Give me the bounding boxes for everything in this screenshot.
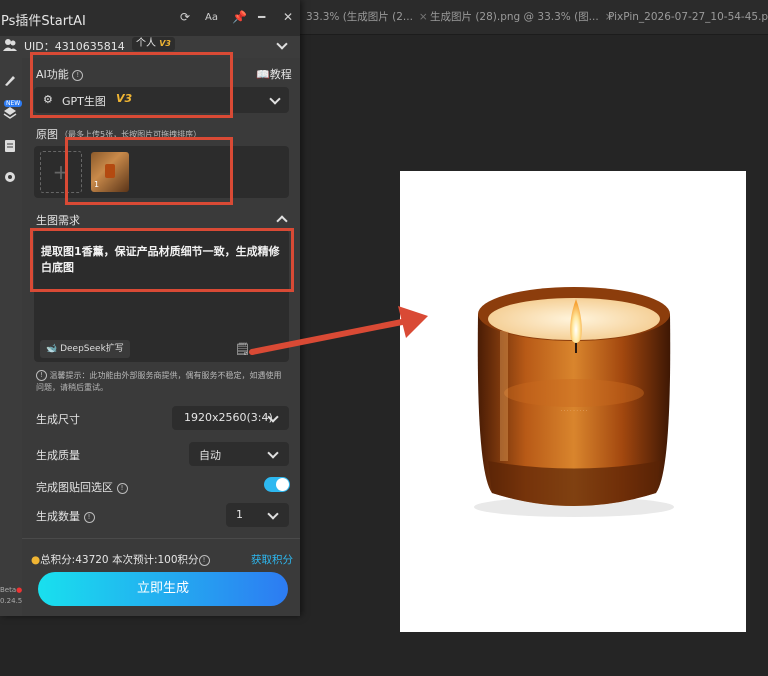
info-icon[interactable]: ! [198, 554, 210, 566]
size-label: 生成尺寸 [36, 413, 80, 426]
coin-icon: ● [31, 554, 41, 566]
annotation-arrow-icon [249, 306, 428, 355]
chevron-down-icon [267, 447, 279, 459]
panel-titlebar: Ps插件StartAI ⟳ Aa 📌 ━ ✕ [0, 0, 300, 36]
size-value: 1920x2560(3:4) [184, 411, 273, 424]
svg-text:· · · · · · · · ·: · · · · · · · · · [560, 408, 587, 414]
candle-product-image: · · · · · · · · · [474, 287, 674, 517]
chevron-down-icon [267, 508, 279, 520]
size-select[interactable]: 1920x2560(3:4) [172, 406, 289, 430]
tutorial-link[interactable]: 📖教程 [256, 66, 292, 82]
annotation-box-model [30, 52, 233, 118]
brush-icon[interactable] [3, 73, 17, 87]
doc-tab-2[interactable]: 生成图片 (28).png @ 33.3% (图... × [430, 0, 614, 34]
divider [22, 538, 300, 539]
quality-label: 生成质量 [36, 449, 80, 462]
notes-icon[interactable] [3, 139, 17, 153]
prompt-section-label: 生图需求 [36, 214, 80, 227]
quality-value: 自动 [199, 449, 221, 462]
estimate-points: 本次预计:100积分 [111, 554, 199, 566]
doc-tab-label: 生成图片 (28).png @ 33.3% (图... [430, 11, 599, 23]
doc-tab-label: 33.3% (生成图片 (2... [306, 11, 413, 23]
info-icon[interactable]: ! [83, 511, 95, 523]
count-label: 生成数量 ! [36, 508, 95, 524]
account-badge: 个人 V3 [132, 37, 175, 51]
document-tab-bar: 33.3% (生成图片 (2... × 生成图片 (28).png @ 33.3%… [300, 0, 768, 35]
refresh-icon[interactable]: ⟳ [180, 10, 190, 24]
doc-tab-label: PixPin_2026-07-27_10-54-45.png [608, 11, 768, 23]
deepseek-text: DeepSeek扩写 [60, 344, 124, 354]
document-canvas[interactable]: · · · · · · · · · [400, 171, 746, 632]
account-expand-icon[interactable] [276, 38, 288, 50]
account-version: V3 [159, 39, 171, 48]
beta-text: Beta [0, 586, 17, 594]
users-icon[interactable] [3, 38, 17, 52]
version-label: 0.24.5 [0, 597, 23, 605]
notice-text: 温馨提示：此功能由外部服务商提供，偶有服务不稳定，如遇使用问题，请稍后重试。 [36, 371, 282, 392]
paste-back-label: 完成图贴回选区 ! [36, 479, 128, 495]
count-text: 生成数量 [36, 510, 80, 523]
tutorial-text: 教程 [269, 68, 292, 81]
doc-tab-3[interactable]: PixPin_2026-07-27_10-54-45.png× [608, 0, 768, 34]
layers-icon[interactable] [3, 106, 17, 120]
notice: ! 温馨提示：此功能由外部服务商提供，偶有服务不稳定，如遇使用问题，请稍后重试。 [36, 370, 286, 394]
generate-button[interactable]: 立即生成 [38, 572, 288, 606]
beta-label: Beta● [0, 586, 22, 594]
chevron-down-icon [269, 93, 281, 105]
info-icon[interactable]: ! [116, 482, 128, 494]
settings-gear-icon[interactable] [3, 170, 17, 184]
account-type: 个人 [136, 38, 156, 49]
font-size-button[interactable]: Aa [205, 12, 218, 23]
quality-select[interactable]: 自动 [189, 442, 289, 466]
deepseek-expand-button[interactable]: 🐋 DeepSeek扩写 [40, 340, 130, 358]
pin-icon[interactable]: 📌 [232, 10, 247, 24]
book-icon: 📖 [256, 68, 270, 81]
paste-back-toggle[interactable] [264, 477, 290, 492]
doc-tab-1[interactable]: 33.3% (生成图片 (2... × [306, 0, 428, 34]
count-value: 1 [236, 508, 243, 521]
annotation-box-prompt [30, 228, 294, 292]
paste-back-text: 完成图贴回选区 [36, 481, 113, 494]
close-icon[interactable]: ✕ [283, 10, 293, 24]
points-summary: ●总积分:43720 本次预计:100积分! [31, 552, 210, 567]
toggle-knob [276, 478, 289, 491]
deepseek-icon: 🐋 [46, 344, 58, 354]
close-icon[interactable]: × [419, 11, 428, 23]
get-points-link[interactable]: 获取积分 [251, 552, 293, 567]
minimize-icon[interactable]: ━ [258, 10, 265, 24]
beta-dot-icon: ● [16, 586, 23, 594]
notice-icon: ! [36, 370, 47, 381]
total-points: 总积分:43720 [40, 554, 109, 566]
count-select[interactable]: 1 [226, 503, 289, 527]
annotation-box-source [65, 137, 233, 205]
source-label: 原图 [36, 128, 58, 141]
panel-title: Ps插件StartAI [1, 14, 86, 29]
